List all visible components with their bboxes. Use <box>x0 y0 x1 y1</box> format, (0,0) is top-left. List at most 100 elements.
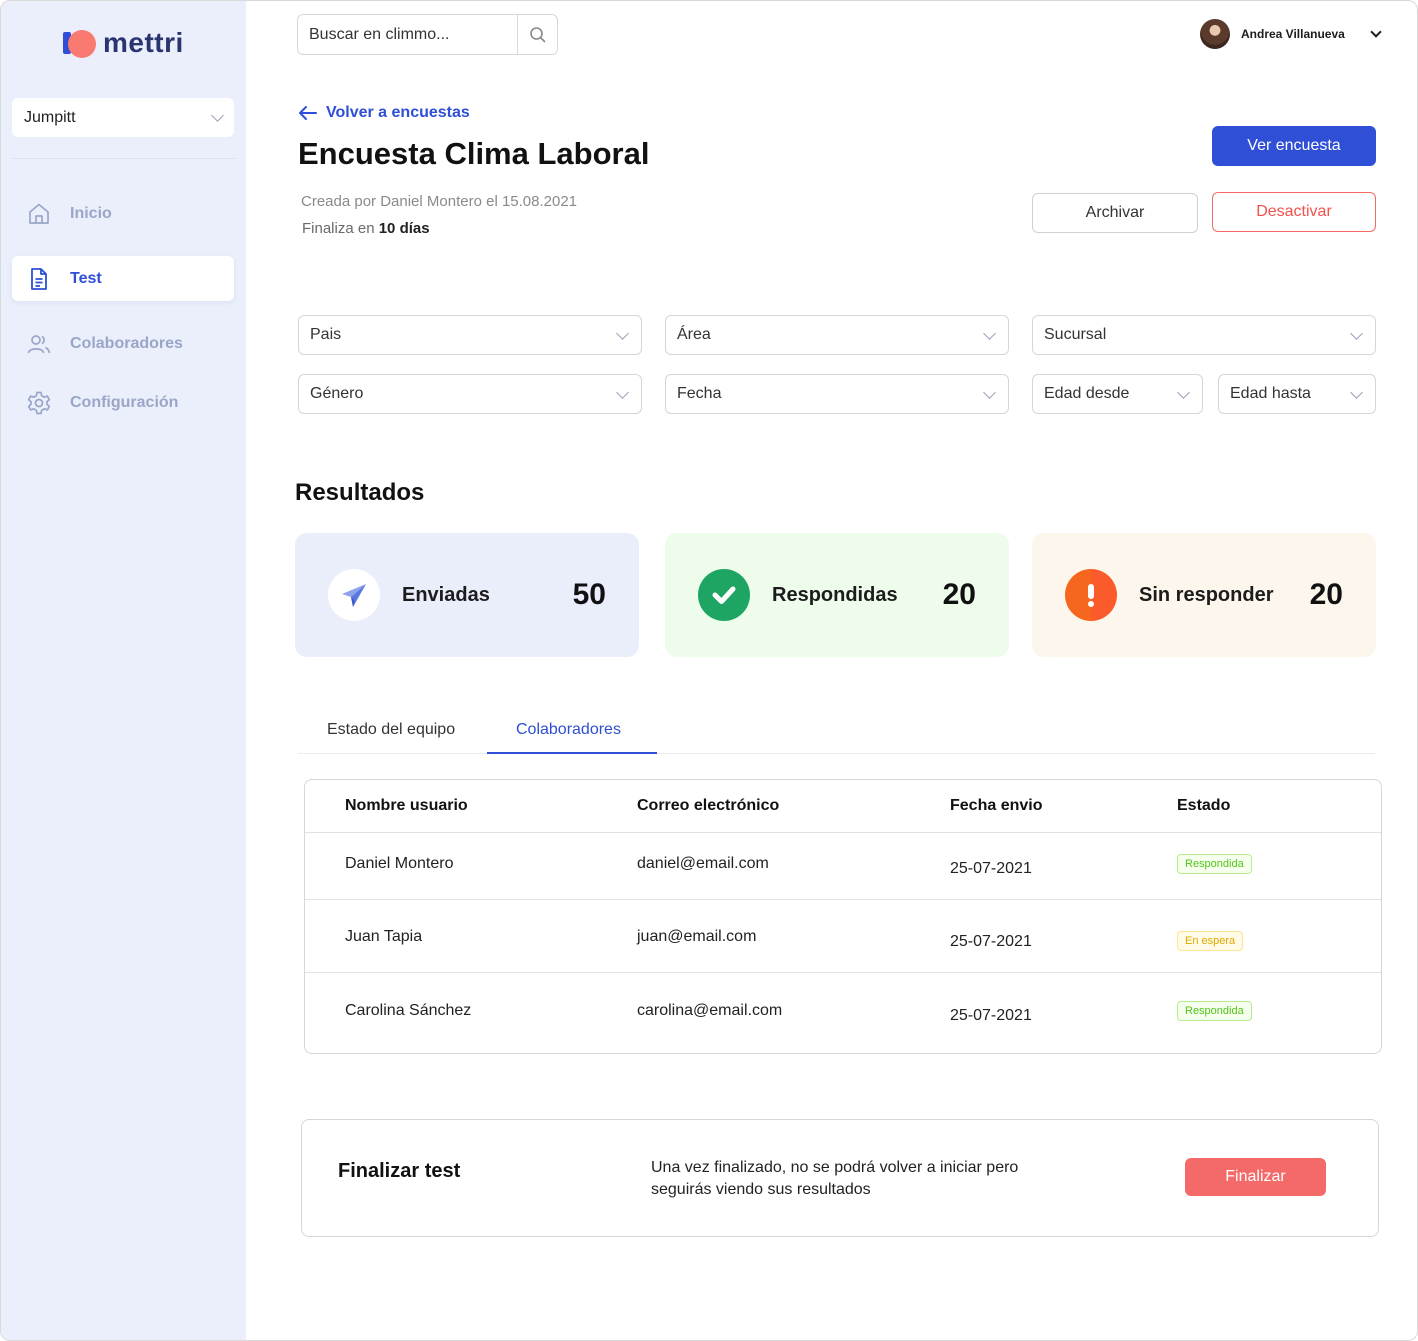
column-header: Correo electrónico <box>637 797 780 814</box>
search-icon <box>529 26 546 43</box>
cell-date: 25-07-2021 <box>950 933 1032 950</box>
stat-label: Respondidas <box>772 583 898 606</box>
sidebar-item-inicio[interactable]: Inicio <box>12 191 234 236</box>
arrow-left-icon <box>299 106 317 120</box>
collaborators-table: Nombre usuario Correo electrónico Fecha … <box>304 779 1382 1054</box>
filter-label: Edad desde <box>1044 385 1130 402</box>
created-info: Creada por Daniel Montero el 15.08.2021 <box>301 193 578 210</box>
cell-name: Juan Tapia <box>345 928 423 945</box>
status-badge: En espera <box>1177 931 1244 951</box>
stat-card-sent: Enviadas 50 <box>295 533 639 657</box>
paper-plane-icon <box>328 569 380 621</box>
cell-date: 25-07-2021 <box>950 860 1032 877</box>
back-label: Volver a encuestas <box>326 104 470 121</box>
deactivate-button[interactable]: Desactivar <box>1212 192 1376 232</box>
view-survey-button[interactable]: Ver encuesta <box>1212 126 1376 166</box>
table-row[interactable]: Juan Tapia juan@email.com 25-07-2021 En … <box>305 900 1381 973</box>
chevron-down-icon <box>1350 385 1363 399</box>
home-icon <box>29 203 49 224</box>
filter-label: Género <box>310 385 364 402</box>
cell-date: 25-07-2021 <box>950 1007 1032 1024</box>
sidebar-item-colaboradores[interactable]: Colaboradores <box>12 321 234 366</box>
sidebar-item-label: Colaboradores <box>70 334 183 352</box>
search-button[interactable] <box>517 15 557 54</box>
sidebar-item-label: Test <box>70 269 102 287</box>
logo-mark <box>63 28 97 58</box>
stat-label: Sin responder <box>1139 583 1274 606</box>
stat-value: 20 <box>1309 578 1343 611</box>
chevron-down-icon <box>616 326 629 340</box>
document-icon <box>31 267 47 290</box>
chevron-down-icon <box>983 385 996 399</box>
tab-estado-del-equipo[interactable]: Estado del equipo <box>327 721 455 739</box>
end-prefix: Finaliza en <box>302 220 379 237</box>
chevron-down-icon <box>1350 326 1363 340</box>
stat-card-unanswered: Sin responder 20 <box>1032 533 1376 657</box>
tabs-divider <box>298 753 1375 754</box>
end-info: Finaliza en 10 días <box>302 220 430 237</box>
gear-icon <box>27 391 51 414</box>
user-name: Andrea Villanueva <box>1241 27 1345 41</box>
column-header: Fecha envio <box>950 797 1043 814</box>
cell-name: Carolina Sánchez <box>345 1002 472 1019</box>
filter-label: Edad hasta <box>1230 385 1311 402</box>
back-link[interactable]: Volver a encuestas <box>298 104 470 122</box>
page-title: Encuesta Clima Laboral <box>298 136 650 171</box>
chevron-down-icon[interactable] <box>1370 25 1382 38</box>
filter-label: Fecha <box>677 385 722 402</box>
stat-value: 20 <box>942 578 976 611</box>
alert-circle-icon <box>1065 569 1117 621</box>
tab-colaboradores[interactable]: Colaboradores <box>516 721 621 739</box>
users-icon <box>27 334 51 353</box>
filter-sucursal[interactable]: Sucursal <box>1032 315 1376 355</box>
workspace-label: Jumpitt <box>24 108 76 126</box>
cell-email: daniel@email.com <box>637 855 769 872</box>
sidebar-item-label: Inicio <box>70 204 112 222</box>
filter-pais[interactable]: Pais <box>298 315 642 355</box>
logo[interactable]: mettri <box>63 27 184 59</box>
results-title: Resultados <box>295 479 425 506</box>
active-tab-indicator <box>487 752 657 754</box>
search-input[interactable]: Buscar en climmo... <box>298 15 517 54</box>
filter-genero[interactable]: Género <box>298 374 642 414</box>
stat-value: 50 <box>572 578 606 611</box>
sidebar-item-test[interactable]: Test <box>12 256 234 301</box>
filter-fecha[interactable]: Fecha <box>665 374 1009 414</box>
filter-area[interactable]: Área <box>665 315 1009 355</box>
filter-label: Pais <box>310 326 342 343</box>
search-box: Buscar en climmo... <box>297 14 558 55</box>
archive-button[interactable]: Archivar <box>1032 193 1198 233</box>
chevron-down-icon <box>211 109 224 122</box>
status-badge: Respondida <box>1177 854 1252 874</box>
finalize-panel: Finalizar test Una vez finalizado, no se… <box>301 1119 1379 1237</box>
user-menu[interactable]: Andrea Villanueva <box>1200 19 1382 49</box>
end-value: 10 días <box>378 220 430 237</box>
chevron-down-icon <box>616 385 629 399</box>
table-row[interactable]: Carolina Sánchez carolina@email.com 25-0… <box>305 973 1381 1053</box>
sidebar-item-label: Configuración <box>70 393 179 411</box>
table-row[interactable]: Daniel Montero daniel@email.com 25-07-20… <box>305 833 1381 900</box>
cell-email: carolina@email.com <box>637 1002 783 1019</box>
filter-label: Sucursal <box>1044 326 1107 343</box>
column-header: Nombre usuario <box>345 797 468 814</box>
finalize-button[interactable]: Finalizar <box>1185 1158 1326 1196</box>
finalize-title: Finalizar test <box>338 1160 461 1182</box>
workspace-select[interactable]: Jumpitt <box>12 98 234 137</box>
chevron-down-icon <box>983 326 996 340</box>
logo-text: mettri <box>103 27 184 58</box>
sidebar: mettri Jumpitt Inicio Test Colaboradores <box>1 1 246 1340</box>
table-header: Nombre usuario Correo electrónico Fecha … <box>305 780 1381 833</box>
filter-edad-hasta[interactable]: Edad hasta <box>1218 374 1376 414</box>
sidebar-item-configuracion[interactable]: Configuración <box>12 380 234 425</box>
cell-email: juan@email.com <box>637 928 757 945</box>
app-window: mettri Jumpitt Inicio Test Colaboradores <box>0 0 1418 1341</box>
finalize-description: Una vez finalizado, no se podrá volver a… <box>651 1159 1019 1198</box>
avatar <box>1200 19 1230 49</box>
column-header: Estado <box>1177 797 1231 814</box>
status-badge: Respondida <box>1177 1001 1252 1021</box>
cell-name: Daniel Montero <box>345 855 454 872</box>
filter-edad-desde[interactable]: Edad desde <box>1032 374 1203 414</box>
divider <box>12 158 236 159</box>
filter-label: Área <box>677 326 711 343</box>
check-circle-icon <box>698 569 750 621</box>
